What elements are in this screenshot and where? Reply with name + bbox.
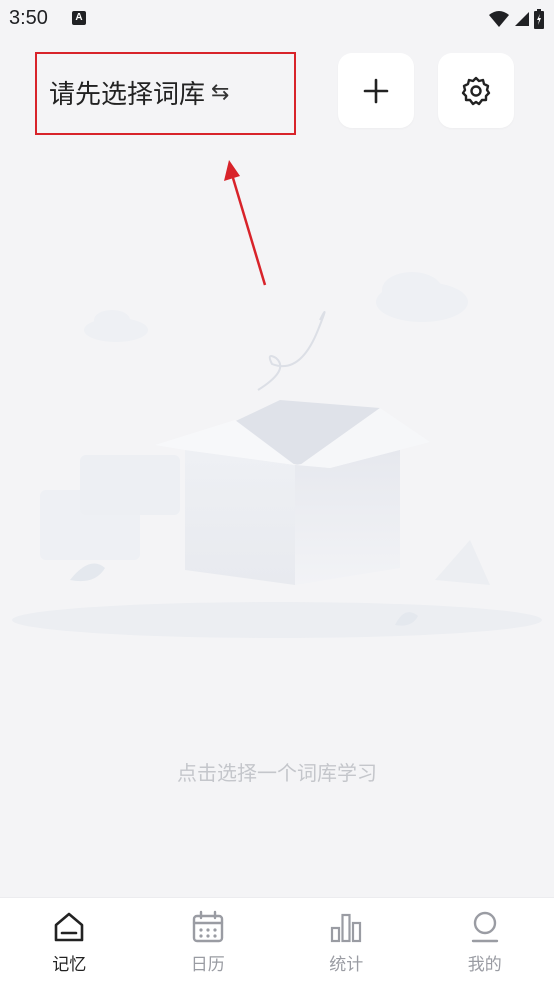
tab-calendar-label: 日历 <box>190 955 225 975</box>
bar-chart-icon <box>331 913 362 943</box>
tab-memory[interactable]: 记忆 <box>0 898 139 984</box>
empty-box-illustration <box>12 272 542 638</box>
tab-stats-label: 统计 <box>329 955 364 975</box>
status-time: 3:50 <box>9 7 48 29</box>
tab-stats[interactable]: 统计 <box>277 898 416 984</box>
status-bar: 3:50 A <box>0 0 554 38</box>
profile-icon <box>471 911 498 943</box>
tab-profile-label: 我的 <box>467 955 502 975</box>
empty-hint-text[interactable]: 点击选择一个词库学习 <box>0 757 554 786</box>
calendar-icon <box>192 910 223 943</box>
tab-calendar[interactable]: 日历 <box>139 898 278 984</box>
tab-profile[interactable]: 我的 <box>416 898 554 984</box>
status-icons <box>488 8 544 30</box>
wifi-icon <box>489 11 509 27</box>
battery-icon <box>534 9 544 29</box>
settings-button[interactable] <box>438 53 514 128</box>
annotation-highlight-box <box>35 52 296 135</box>
gear-icon <box>461 76 491 105</box>
bottom-tab-bar: 记忆 日历 统计 我的 <box>0 897 554 984</box>
add-button[interactable] <box>338 53 414 128</box>
tab-memory-label: 记忆 <box>52 955 87 975</box>
keyboard-a-icon: A <box>72 11 86 25</box>
home-icon <box>54 912 84 942</box>
plus-icon <box>363 78 389 103</box>
signal-icon <box>515 12 529 26</box>
